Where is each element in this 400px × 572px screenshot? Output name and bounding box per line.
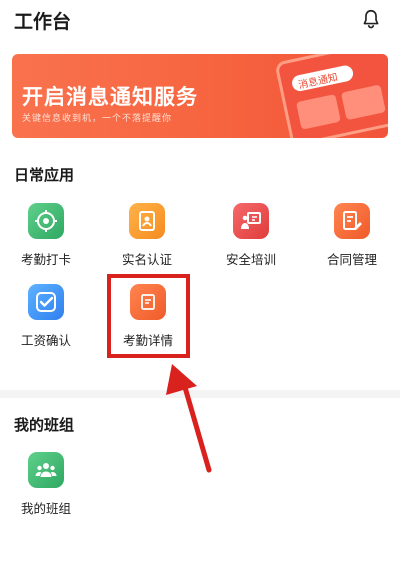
annotation-arrow (166, 364, 212, 473)
